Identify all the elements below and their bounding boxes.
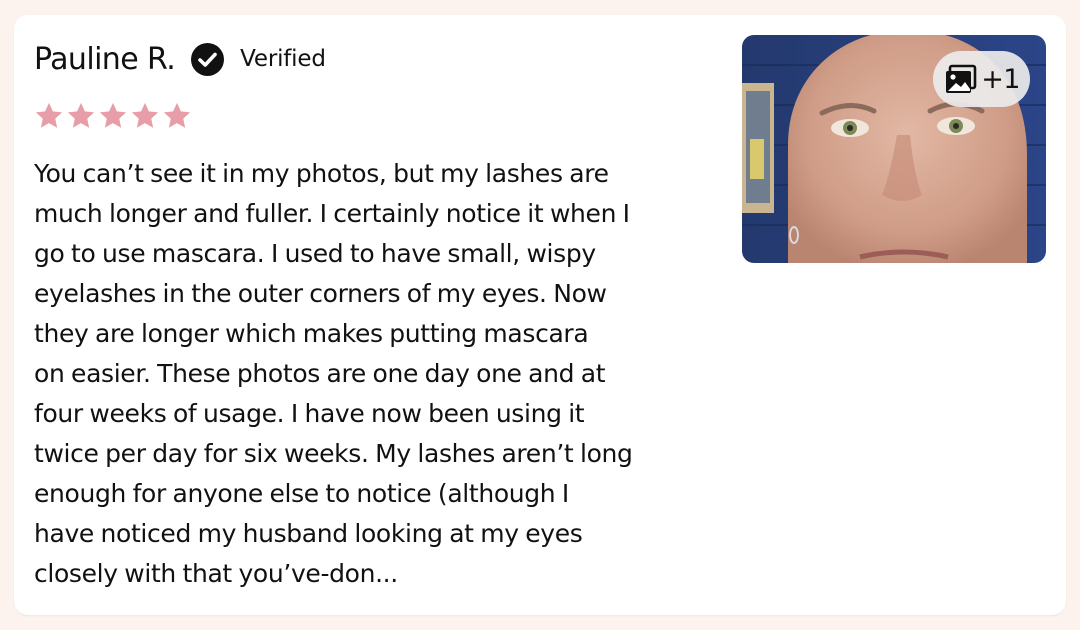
review-header: Pauline R. Verified [34, 39, 326, 79]
check-circle-icon [191, 42, 225, 76]
review-text-line: they are longer which makes putting masc… [34, 319, 589, 348]
review-text-line: on easier. These photos are one day one … [34, 359, 606, 388]
review-text-line: go to use mascara. I used to have small,… [34, 239, 596, 268]
review-text-line: eyelashes in the outer corners of my eye… [34, 279, 607, 308]
star-icon [162, 101, 192, 131]
review-text: You can’t see it in my photos, but my la… [34, 154, 734, 594]
review-text-line: much longer and fuller. I certainly noti… [34, 199, 630, 228]
review-text-line: four weeks of usage. I have now been usi… [34, 399, 585, 428]
review-text-line: You can’t see it in my photos, but my la… [34, 159, 609, 188]
review-text-line: have noticed my husband looking at my ey… [34, 519, 583, 548]
extra-photo-count: +1 [981, 63, 1020, 95]
review-text-line: twice per day for six weeks. My lashes a… [34, 439, 633, 468]
star-icon [98, 101, 128, 131]
star-icon [130, 101, 160, 131]
photo-count-badge[interactable]: +1 [933, 51, 1030, 107]
review-text-line: enough for anyone else to notice (althou… [34, 479, 569, 508]
reviewer-name: Pauline R. [34, 41, 176, 77]
star-rating [34, 101, 192, 131]
review-photo-thumbnail[interactable]: +1 [742, 35, 1046, 263]
star-icon [34, 101, 64, 131]
review-text-line: closely with that you’ve-don... [34, 559, 398, 588]
images-icon [943, 61, 979, 97]
review-card: Pauline R. Verified You can’t see it in … [14, 15, 1066, 615]
verified-badge: Verified [240, 46, 326, 72]
star-icon [66, 101, 96, 131]
